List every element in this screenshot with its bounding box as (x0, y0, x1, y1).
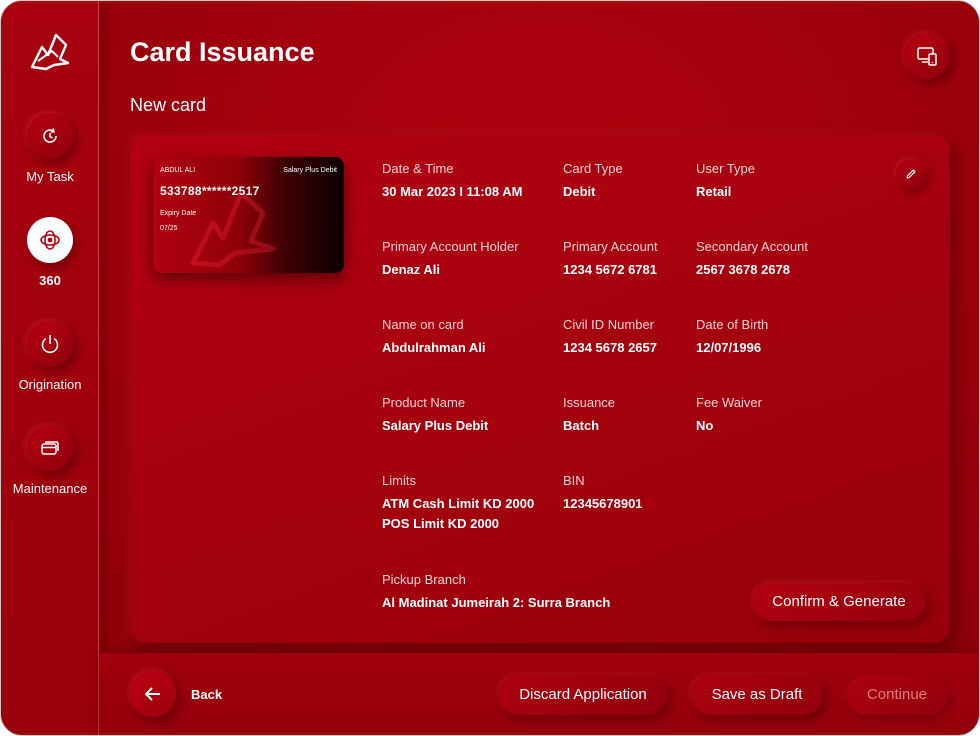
field-label: Primary Account Holder (382, 239, 519, 254)
field-value: 30 Mar 2023 I 11:08 AM (382, 184, 523, 199)
sidebar-item-label: Origination (18, 377, 82, 392)
field-label: Name on card (382, 317, 464, 332)
field-primary-account: Primary Account 1234 5672 6781 (563, 239, 658, 280)
field-value: No (696, 418, 714, 433)
edit-button[interactable] (896, 159, 926, 189)
field-primary-account-holder: Primary Account Holder Denaz Ali (382, 239, 519, 280)
field-user-type: User Type Retail (696, 161, 755, 202)
field-label: Limits (382, 473, 416, 488)
refresh-clock-icon[interactable] (27, 113, 73, 159)
card-details-panel: ABDUL ALI Salary Plus Debit 533788******… (130, 135, 950, 643)
field-value: Batch (563, 418, 600, 433)
confirm-generate-button[interactable]: Confirm & Generate (753, 583, 925, 621)
devices-button[interactable] (904, 33, 950, 79)
field-label: Secondary Account (696, 239, 809, 254)
sidebar: My Task 360 Origination Maintenance (1, 1, 99, 735)
field-value: Abdulrahman Ali (382, 340, 486, 355)
app-window: My Task 360 Origination Maintenance Card… (0, 0, 980, 736)
field-value: Debit (563, 184, 596, 199)
360-icon[interactable] (27, 217, 73, 263)
sidebar-item-360[interactable]: 360 (1, 217, 99, 288)
field-secondary-account: Secondary Account 2567 3678 2678 (696, 239, 808, 280)
sidebar-item-label: Maintenance (12, 481, 88, 496)
field-product-name: Product Name Salary Plus Debit (382, 395, 488, 436)
field-date-time: Date & Time 30 Mar 2023 I 11:08 AM (382, 161, 522, 202)
field-civil-id: Civil ID Number 1234 5678 2657 (563, 317, 657, 358)
card-preview: ABDUL ALI Salary Plus Debit 533788******… (153, 157, 344, 273)
field-label: Date & Time (382, 161, 454, 176)
field-card-type: Card Type Debit (563, 161, 623, 202)
field-issuance: Issuance Batch (563, 395, 615, 436)
cards-icon[interactable] (27, 425, 73, 471)
sidebar-item-my-task[interactable]: My Task (1, 113, 99, 184)
pos-limit: POS Limit KD 2000 (382, 516, 500, 531)
back-label[interactable]: Back (191, 687, 222, 702)
card-holder-name: ABDUL ALI (160, 167, 196, 174)
pencil-icon (906, 169, 916, 179)
field-fee-waiver: Fee Waiver No (696, 395, 762, 436)
field-value: ATM Cash Limit KD 2000 POS Limit KD 2000 (382, 494, 534, 534)
field-value: Salary Plus Debit (382, 418, 489, 433)
field-value: Retail (696, 184, 732, 199)
field-pickup-branch: Pickup Branch Al Madinat Jumeirah 2: Sur… (382, 572, 610, 613)
sidebar-item-origination[interactable]: Origination (1, 321, 99, 392)
field-label: Fee Waiver (696, 395, 762, 410)
field-value: Denaz Ali (382, 262, 441, 277)
field-label: User Type (696, 161, 756, 176)
card-product-name: Salary Plus Debit (283, 167, 337, 174)
field-limits: Limits ATM Cash Limit KD 2000 POS Limit … (382, 473, 534, 534)
field-label: Pickup Branch (382, 572, 466, 587)
field-label: Primary Account (563, 239, 658, 254)
arrow-left-icon (145, 687, 160, 701)
sidebar-item-label: 360 (39, 273, 61, 288)
save-as-draft-button[interactable]: Save as Draft (691, 675, 823, 715)
field-value: 1234 5672 6781 (563, 262, 657, 277)
field-value: Al Madinat Jumeirah 2: Surra Branch (382, 595, 611, 610)
field-value: 2567 3678 2678 (696, 262, 790, 277)
field-label: Product Name (382, 395, 466, 410)
atm-limit: ATM Cash Limit KD 2000 (382, 496, 535, 511)
field-value: 12345678901 (563, 496, 643, 511)
back-button[interactable] (130, 671, 176, 717)
discard-application-button[interactable]: Discard Application (499, 675, 667, 715)
field-date-of-birth: Date of Birth 12/07/1996 (696, 317, 768, 358)
field-label: Card Type (563, 161, 623, 176)
field-label: BIN (563, 473, 585, 488)
card-number: 533788******2517 (160, 184, 260, 198)
field-label: Date of Birth (696, 317, 769, 332)
card-expiry-label: Expiry Date (160, 210, 197, 217)
card-expiry: 07/25 (160, 225, 178, 232)
field-value: 1234 5678 2657 (563, 340, 657, 355)
field-label: Issuance (563, 395, 616, 410)
sidebar-item-label: My Task (26, 169, 74, 184)
field-value: 12/07/1996 (696, 340, 762, 355)
bank-logo-icon[interactable] (28, 29, 72, 73)
page-subtitle: New card (130, 95, 207, 115)
sidebar-item-maintenance[interactable]: Maintenance (1, 425, 99, 496)
devices-icon (917, 47, 937, 66)
continue-button[interactable]: Continue (846, 675, 948, 715)
page-title: Card Issuance (130, 37, 315, 67)
power-icon[interactable] (27, 321, 73, 367)
field-name-on-card: Name on card Abdulrahman Ali (382, 317, 486, 358)
field-label: Civil ID Number (563, 317, 655, 332)
field-bin: BIN 12345678901 (563, 473, 643, 514)
